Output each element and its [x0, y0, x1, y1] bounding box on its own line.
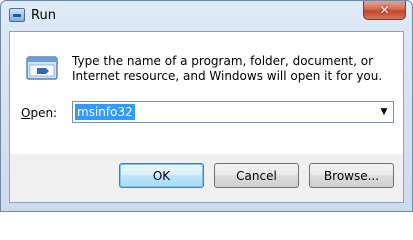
- dialog-body: Type the name of a program, folder, docu…: [9, 31, 404, 203]
- ok-button[interactable]: OK: [119, 163, 204, 188]
- open-combobox[interactable]: msinfo32 ▼: [72, 101, 394, 123]
- open-input[interactable]: msinfo32: [75, 104, 135, 120]
- close-icon: ✕: [379, 3, 390, 17]
- cancel-button[interactable]: Cancel: [214, 163, 299, 188]
- window-title: Run: [31, 8, 56, 23]
- open-label-text: pen:: [30, 106, 58, 120]
- close-button[interactable]: ✕: [363, 1, 406, 20]
- chevron-down-icon[interactable]: ▼: [377, 105, 391, 119]
- title-bar[interactable]: Run ✕: [1, 1, 412, 31]
- run-icon: [9, 8, 25, 22]
- dialog-description: Type the name of a program, folder, docu…: [72, 54, 383, 83]
- run-dialog-window: Run ✕ Type the name of a program, folder…: [0, 0, 413, 212]
- dialog-content: Type the name of a program, folder, docu…: [10, 32, 403, 154]
- open-label: Open:: [21, 106, 57, 120]
- run-program-icon: [26, 54, 60, 82]
- browse-button[interactable]: Browse...: [309, 163, 394, 188]
